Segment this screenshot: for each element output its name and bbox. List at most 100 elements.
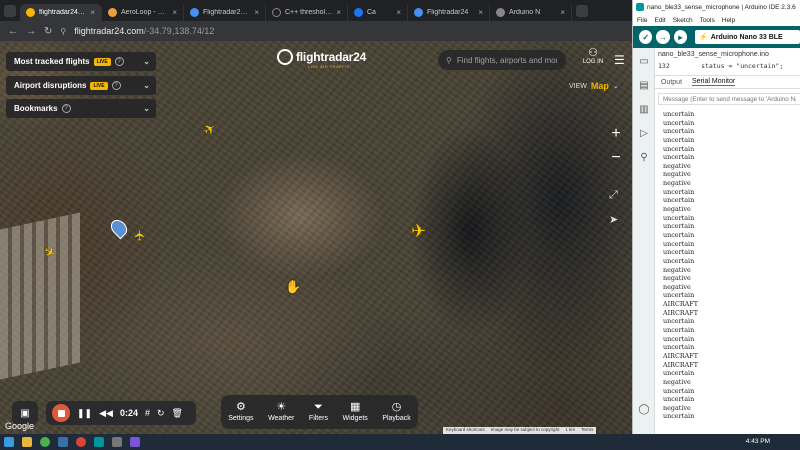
trash-icon[interactable]: 🗑	[172, 408, 183, 419]
scale-label: 1 km	[565, 427, 576, 432]
upload-button[interactable]: →	[656, 30, 670, 44]
weather-button[interactable]: ☀ Weather	[268, 401, 295, 423]
browser-tab-3[interactable]: Flightradar24: Li ×	[184, 3, 266, 21]
stop-recording-button[interactable]	[52, 404, 70, 422]
menu-help[interactable]: Help	[722, 17, 735, 24]
close-icon[interactable]: ×	[478, 8, 483, 17]
aircraft-icon[interactable]: ✈	[411, 221, 426, 242]
fr24-logo[interactable]: flightradar24 LIVE AIR TRAFFIC	[277, 49, 366, 69]
file-explorer-icon[interactable]	[22, 437, 32, 447]
sketch-file-tab[interactable]: nano_ble33_sense_microphone.ino	[658, 51, 769, 58]
board-selector[interactable]: ⚡ Arduino Nano 33 BLE	[695, 30, 800, 44]
view-selector[interactable]: VIEW Map ⌄	[569, 81, 619, 91]
keyboard-shortcuts-link[interactable]: Keyboard shortcuts	[446, 427, 485, 434]
new-tab-button[interactable]	[576, 4, 588, 17]
flight-map[interactable]: Most tracked flights LIVE ? ⌄ Airport di…	[0, 41, 632, 434]
view-value: Map	[590, 81, 609, 91]
url-field[interactable]: flightradar24.com/-34.79,138.74/12	[74, 26, 214, 36]
tab-actions-button[interactable]	[4, 4, 16, 17]
search-box[interactable]: ⚲	[438, 50, 566, 70]
browser-tab-4[interactable]: C++ threshold fo ×	[266, 3, 348, 21]
close-icon[interactable]: ×	[90, 8, 95, 17]
debug-button[interactable]: ▸	[673, 30, 688, 44]
help-icon[interactable]: ?	[61, 104, 71, 113]
windows-start-icon[interactable]	[4, 437, 14, 447]
folder-icon[interactable]: ▭	[638, 56, 650, 68]
tool-label: Widgets	[342, 415, 368, 422]
search-icon[interactable]: ⚲	[638, 152, 650, 164]
chevron-down-icon: ⌄	[143, 57, 150, 66]
settings-button[interactable]: ⚙ Settings	[228, 402, 253, 423]
panel-label: Bookmarks	[14, 104, 58, 113]
serial-line: uncertain	[663, 127, 695, 136]
weather-icon: ☀	[276, 401, 287, 413]
verify-button[interactable]: ✓	[639, 30, 653, 44]
filter-icon: ⏷	[314, 401, 323, 413]
library-manager-icon[interactable]: ▥	[638, 104, 650, 116]
app-icon[interactable]	[58, 437, 68, 447]
close-icon[interactable]: ×	[254, 8, 259, 17]
hamburger-menu-icon[interactable]: ☰	[614, 53, 625, 67]
restart-icon[interactable]: ↻	[157, 408, 165, 419]
browser-tab-6[interactable]: Flightradar24 ×	[408, 3, 490, 21]
app-icon[interactable]	[112, 437, 122, 447]
browser-tab-1[interactable]: flightradar24: Live ×	[20, 3, 102, 21]
screen-recorder-bar: ❚❚ ◀◀ 0:24 # ↻ 🗑	[46, 401, 196, 425]
menu-sketch[interactable]: Sketch	[673, 17, 693, 24]
tool-label: Weather	[268, 415, 295, 422]
login-button[interactable]: ⚇ LOG IN	[581, 48, 605, 66]
help-icon[interactable]: ?	[114, 57, 124, 66]
tab-output[interactable]: Output	[661, 79, 682, 86]
arduino-icon[interactable]	[94, 437, 104, 447]
close-icon[interactable]: ×	[560, 8, 565, 17]
search-input[interactable]	[456, 55, 557, 65]
site-info-icon[interactable]: ⚲	[60, 27, 66, 36]
browser-tab-5[interactable]: Ca ×	[348, 3, 408, 21]
chrome-icon[interactable]	[40, 437, 50, 447]
menu-tools[interactable]: Tools	[700, 17, 715, 24]
browser-tab-7[interactable]: Arduino N ×	[490, 3, 572, 21]
zoom-in-button[interactable]: +	[608, 125, 624, 143]
serial-line: uncertain	[663, 317, 695, 326]
airport-disruptions-panel[interactable]: Airport disruptions LIVE ? ⌄	[6, 76, 156, 95]
filters-button[interactable]: ⏷ Filters	[309, 401, 328, 423]
boards-manager-icon[interactable]: ▤	[638, 80, 650, 92]
bookmarks-panel[interactable]: Bookmarks ? ⌄	[6, 99, 156, 118]
serial-line: negative	[663, 170, 691, 179]
most-tracked-flights-panel[interactable]: Most tracked flights LIVE ? ⌄	[6, 52, 156, 71]
forward-icon[interactable]: →	[26, 26, 36, 37]
reload-icon[interactable]: ↻	[44, 26, 52, 37]
serial-line: AIRCRAFT	[663, 300, 698, 309]
close-icon[interactable]: ×	[172, 8, 177, 17]
widgets-button[interactable]: ▦ Widgets	[342, 402, 368, 423]
aircraft-icon[interactable]: ✈	[131, 230, 148, 242]
browser-tab-2[interactable]: AeroLoop - Dev ×	[102, 3, 184, 21]
close-icon[interactable]: ×	[396, 8, 401, 17]
debug-icon[interactable]: ▷	[638, 128, 650, 140]
recorder-icon[interactable]	[130, 437, 140, 447]
tab-serial-monitor[interactable]: Serial Monitor	[692, 78, 736, 86]
grid-icon[interactable]: #	[145, 408, 150, 418]
menu-edit[interactable]: Edit	[654, 17, 665, 24]
help-icon[interactable]: ?	[111, 81, 121, 90]
chrome-icon[interactable]	[76, 437, 86, 447]
facebook-favicon-icon	[354, 7, 363, 17]
close-icon[interactable]: ×	[336, 8, 341, 17]
serial-output: uncertain uncertain uncertain uncertain unce…	[663, 110, 799, 420]
fr24-favicon-icon	[414, 7, 423, 17]
terms-link[interactable]: Terms	[581, 427, 593, 434]
fullscreen-icon[interactable]: ⤢	[609, 189, 618, 202]
serial-line: uncertain	[663, 412, 695, 420]
serial-message-input[interactable]	[658, 93, 800, 105]
menu-file[interactable]: File	[637, 17, 647, 24]
ide-toolbar: ✓ → ▸ ⚡ Arduino Nano 33 BLE	[633, 26, 800, 48]
board-name: Arduino Nano 33 BLE	[710, 33, 783, 41]
playback-button[interactable]: ◷ Playback	[382, 402, 410, 423]
back-icon[interactable]: ←	[8, 26, 18, 37]
account-icon[interactable]: ◯	[638, 404, 650, 416]
locate-icon[interactable]: ➤	[609, 213, 618, 226]
rewind-icon[interactable]: ◀◀	[99, 408, 113, 419]
pause-icon[interactable]: ❚❚	[77, 408, 92, 419]
chevron-down-icon: ⌄	[612, 83, 619, 90]
zoom-out-button[interactable]: −	[608, 149, 624, 167]
